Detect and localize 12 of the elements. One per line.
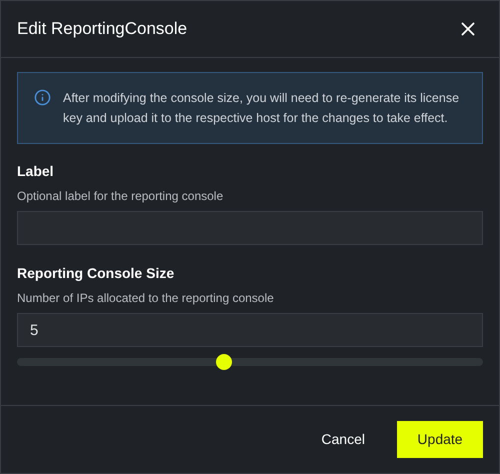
field-label: Reporting Console Size: [17, 264, 176, 283]
field-label: Label: [17, 162, 55, 181]
label-input[interactable]: [17, 211, 483, 245]
info-message: After modifying the console size, you will need to re-generate its license key and upload it to the respective host for the changes to take effect.: [63, 90, 460, 127]
slider-thumb[interactable]: [216, 354, 232, 370]
size-input[interactable]: 5: [17, 313, 483, 347]
info-icon: [34, 89, 51, 106]
update-button[interactable]: Update: [397, 421, 483, 458]
dialog-title: Edit ReportingConsole: [17, 18, 188, 40]
field-description: Optional label for the reporting console: [17, 188, 224, 205]
cancel-button[interactable]: Cancel: [317, 421, 369, 458]
field-description: Number of IPs allocated to the reporting console: [17, 290, 275, 307]
